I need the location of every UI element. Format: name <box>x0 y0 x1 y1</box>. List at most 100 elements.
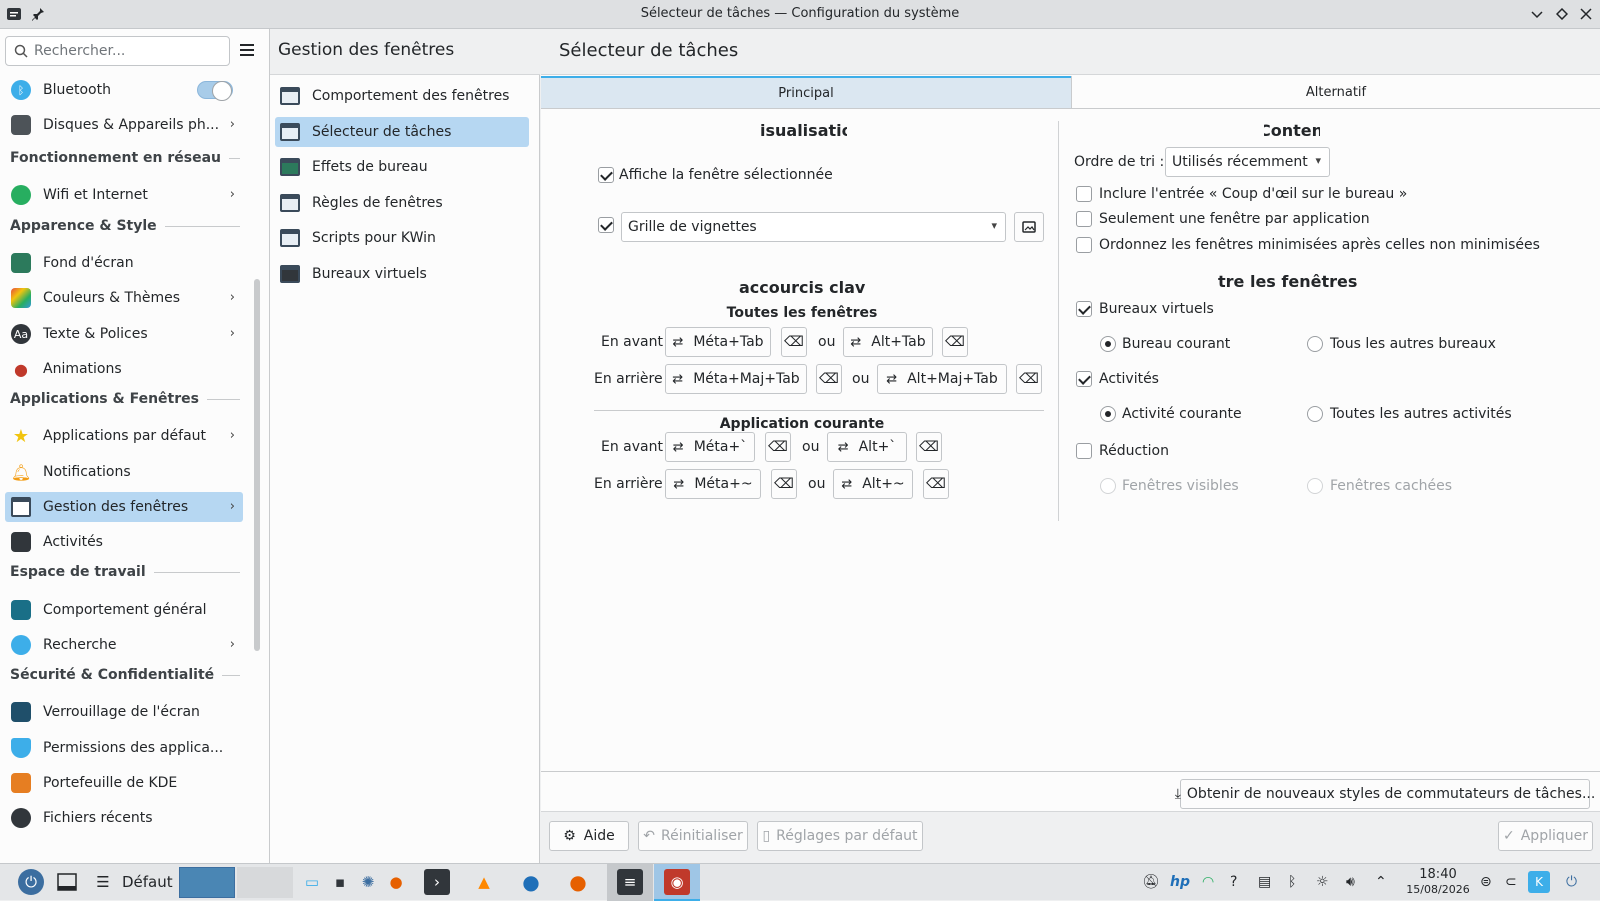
sidebar-item-default-apps[interactable]: ★ Applications par défaut › <box>5 421 243 451</box>
show-desktop-icon[interactable] <box>54 869 80 895</box>
sort-select[interactable]: Utilisés récemment ▾ <box>1165 147 1330 177</box>
firefox-window-icon[interactable]: ● <box>565 869 591 895</box>
apply-button[interactable]: ✓ Appliquer <box>1498 821 1593 851</box>
minimize-icon[interactable] <box>1527 4 1547 24</box>
logout-icon[interactable]: ⊜ <box>1480 874 1492 890</box>
current-desktop-radio[interactable] <box>1100 336 1116 352</box>
sidebar-item-colors[interactable]: Couleurs & Thèmes › <box>5 283 243 313</box>
close-icon[interactable] <box>1576 4 1596 24</box>
clear-shortcut-button[interactable]: ⌫ <box>942 327 968 357</box>
konsole-icon[interactable]: › <box>424 869 450 895</box>
clear-shortcut-button[interactable]: ⌫ <box>771 469 797 499</box>
sidebar-item-animations[interactable]: ● Animations <box>5 354 243 384</box>
all-backward-shortcut-1[interactable]: ⇄ Méta+Maj+Tab <box>665 364 807 394</box>
all-backward-shortcut-2[interactable]: ⇄ Alt+Maj+Tab <box>877 364 1007 394</box>
desktop-peek-checkbox[interactable] <box>1076 186 1092 202</box>
get-new-styles-button[interactable]: ⤓ Obtenir de nouveaux styles de commutate… <box>1175 779 1595 809</box>
subcat-window-behavior[interactable]: Comportement des fenêtres <box>275 81 529 111</box>
search-input[interactable]: Rechercher... <box>5 36 230 66</box>
preview-button[interactable] <box>1014 212 1044 242</box>
virtual-desktops-checkbox[interactable] <box>1076 301 1092 317</box>
volume-icon[interactable]: 🔊︎ <box>1346 874 1355 890</box>
sidebar-item-app-permissions[interactable]: Permissions des applica... <box>5 733 243 763</box>
pager-desktop-1[interactable] <box>179 867 235 898</box>
sidebar-item-general-behavior[interactable]: Comportement général <box>5 595 243 625</box>
other-activities-radio[interactable] <box>1307 406 1323 422</box>
all-forward-shortcut-1[interactable]: ⇄ Méta+Tab <box>665 327 771 357</box>
sidebar-item-disks[interactable]: Disques & Appareils ph... › <box>5 110 243 140</box>
hp-icon[interactable]: hp <box>1170 874 1190 890</box>
subcat-task-switcher[interactable]: Sélecteur de tâches <box>275 117 529 147</box>
app-forward-shortcut-1[interactable]: ⇄ Méta+` <box>665 432 755 462</box>
app-launcher-icon[interactable]: ⏻ <box>18 869 44 895</box>
reset-button[interactable]: ↶ Réinitialiser <box>638 821 748 851</box>
notifications-muted-icon[interactable]: 🔕︎ <box>1142 874 1160 890</box>
one-window-per-app-checkbox[interactable] <box>1076 211 1092 227</box>
show-selected-checkbox[interactable] <box>598 167 614 183</box>
hidden-windows-radio[interactable] <box>1307 478 1323 494</box>
help-button[interactable]: ⚙ Aide <box>549 821 629 851</box>
all-forward-shortcut-2[interactable]: ⇄ Alt+Tab <box>843 327 933 357</box>
clear-shortcut-button[interactable]: ⌫ <box>923 469 949 499</box>
clock-time[interactable]: 18:40 <box>1405 867 1471 882</box>
thunderbird-icon[interactable]: ● <box>518 869 544 895</box>
tab-principal[interactable]: Principal <box>541 76 1071 109</box>
sidebar-scrollbar[interactable] <box>254 279 260 651</box>
sidebar-item-wallpaper[interactable]: Fond d'écran <box>5 248 243 278</box>
bluetooth-tray-icon[interactable]: ᛒ <box>1288 874 1296 890</box>
subcat-window-rules[interactable]: Règles de fenêtres <box>275 188 529 218</box>
activity-switcher-icon[interactable]: ☰ <box>90 869 116 895</box>
wifi-icon[interactable]: ◠ <box>1202 874 1214 890</box>
power-icon[interactable]: ⏻ <box>1566 874 1577 890</box>
pager-desktop-2[interactable] <box>237 867 293 898</box>
clear-shortcut-button[interactable]: ⌫ <box>816 364 842 394</box>
sidebar-item-activities[interactable]: Activités <box>5 527 243 557</box>
activity-name[interactable]: Défaut <box>122 873 173 891</box>
terminal-icon[interactable]: ▪ <box>327 869 353 895</box>
subcat-virtual-desktops[interactable]: Bureaux virtuels <box>275 259 529 289</box>
chevron-up-icon[interactable]: ⌃ <box>1375 874 1387 890</box>
tab-alternatif[interactable]: Alternatif <box>1071 76 1600 109</box>
app-backward-shortcut-2[interactable]: ⇄ Alt+~ <box>833 469 913 499</box>
kde-icon[interactable]: K <box>1528 871 1550 893</box>
hamburger-menu-icon[interactable] <box>238 41 256 59</box>
sidebar-item-notifications[interactable]: 🔔︎ Notifications <box>5 457 243 487</box>
brightness-icon[interactable]: ☼ <box>1316 874 1329 890</box>
firefox-icon[interactable]: ● <box>383 869 409 895</box>
clear-shortcut-button[interactable]: ⌫ <box>781 327 807 357</box>
sidebar-item-fonts[interactable]: Aa Texte & Polices › <box>5 319 243 349</box>
style-select[interactable]: Grille de vignettes ▾ <box>621 212 1006 242</box>
subcat-label: Effets de bureau <box>312 159 428 175</box>
app-forward-shortcut-2[interactable]: ⇄ Alt+` <box>827 432 907 462</box>
app-backward-shortcut-1[interactable]: ⇄ Méta+~ <box>665 469 761 499</box>
style-checkbox[interactable] <box>598 217 614 233</box>
clear-shortcut-button[interactable]: ⌫ <box>916 432 942 462</box>
maximize-icon[interactable] <box>1552 4 1572 24</box>
clipboard-icon[interactable]: ▤ <box>1258 874 1271 890</box>
minimization-checkbox[interactable] <box>1076 443 1092 459</box>
back-icon[interactable]: ⊂ <box>1505 874 1517 890</box>
activities-checkbox[interactable] <box>1076 371 1092 387</box>
sidebar-item-search[interactable]: Recherche › <box>5 630 243 660</box>
subcat-kwin-scripts[interactable]: Scripts pour KWin <box>275 223 529 253</box>
current-activity-radio[interactable] <box>1100 406 1116 422</box>
visible-windows-radio[interactable] <box>1100 478 1116 494</box>
subcat-desktop-effects[interactable]: Effets de bureau <box>275 152 529 182</box>
clear-shortcut-button[interactable]: ⌫ <box>765 432 791 462</box>
sidebar-item-window-management[interactable]: Gestion des fenêtres › <box>5 492 243 522</box>
file-manager-icon[interactable]: ▭ <box>299 869 325 895</box>
clear-shortcut-button[interactable]: ⌫ <box>1016 364 1042 394</box>
sidebar-item-wifi[interactable]: Wifi et Internet › <box>5 180 243 210</box>
vlc-icon[interactable]: ▲ <box>471 869 497 895</box>
settings-icon[interactable]: ✺ <box>355 869 381 895</box>
clock-date[interactable]: 15/08/2026 <box>1405 883 1471 896</box>
sidebar-item-kde-wallet[interactable]: Portefeuille de KDE <box>5 768 243 798</box>
sidebar-item-recent-files[interactable]: Fichiers récents <box>5 803 243 833</box>
minimized-last-checkbox[interactable] <box>1076 237 1092 253</box>
bluetooth-toggle[interactable] <box>197 81 233 101</box>
other-desktops-radio[interactable] <box>1307 336 1323 352</box>
sidebar-item-bluetooth[interactable]: ᛒ Bluetooth <box>5 75 243 105</box>
defaults-button[interactable]: ▯ Réglages par défaut <box>757 821 923 851</box>
help-circle-icon[interactable]: ? <box>1230 874 1237 890</box>
sidebar-item-screen-lock[interactable]: Verrouillage de l'écran <box>5 697 243 727</box>
